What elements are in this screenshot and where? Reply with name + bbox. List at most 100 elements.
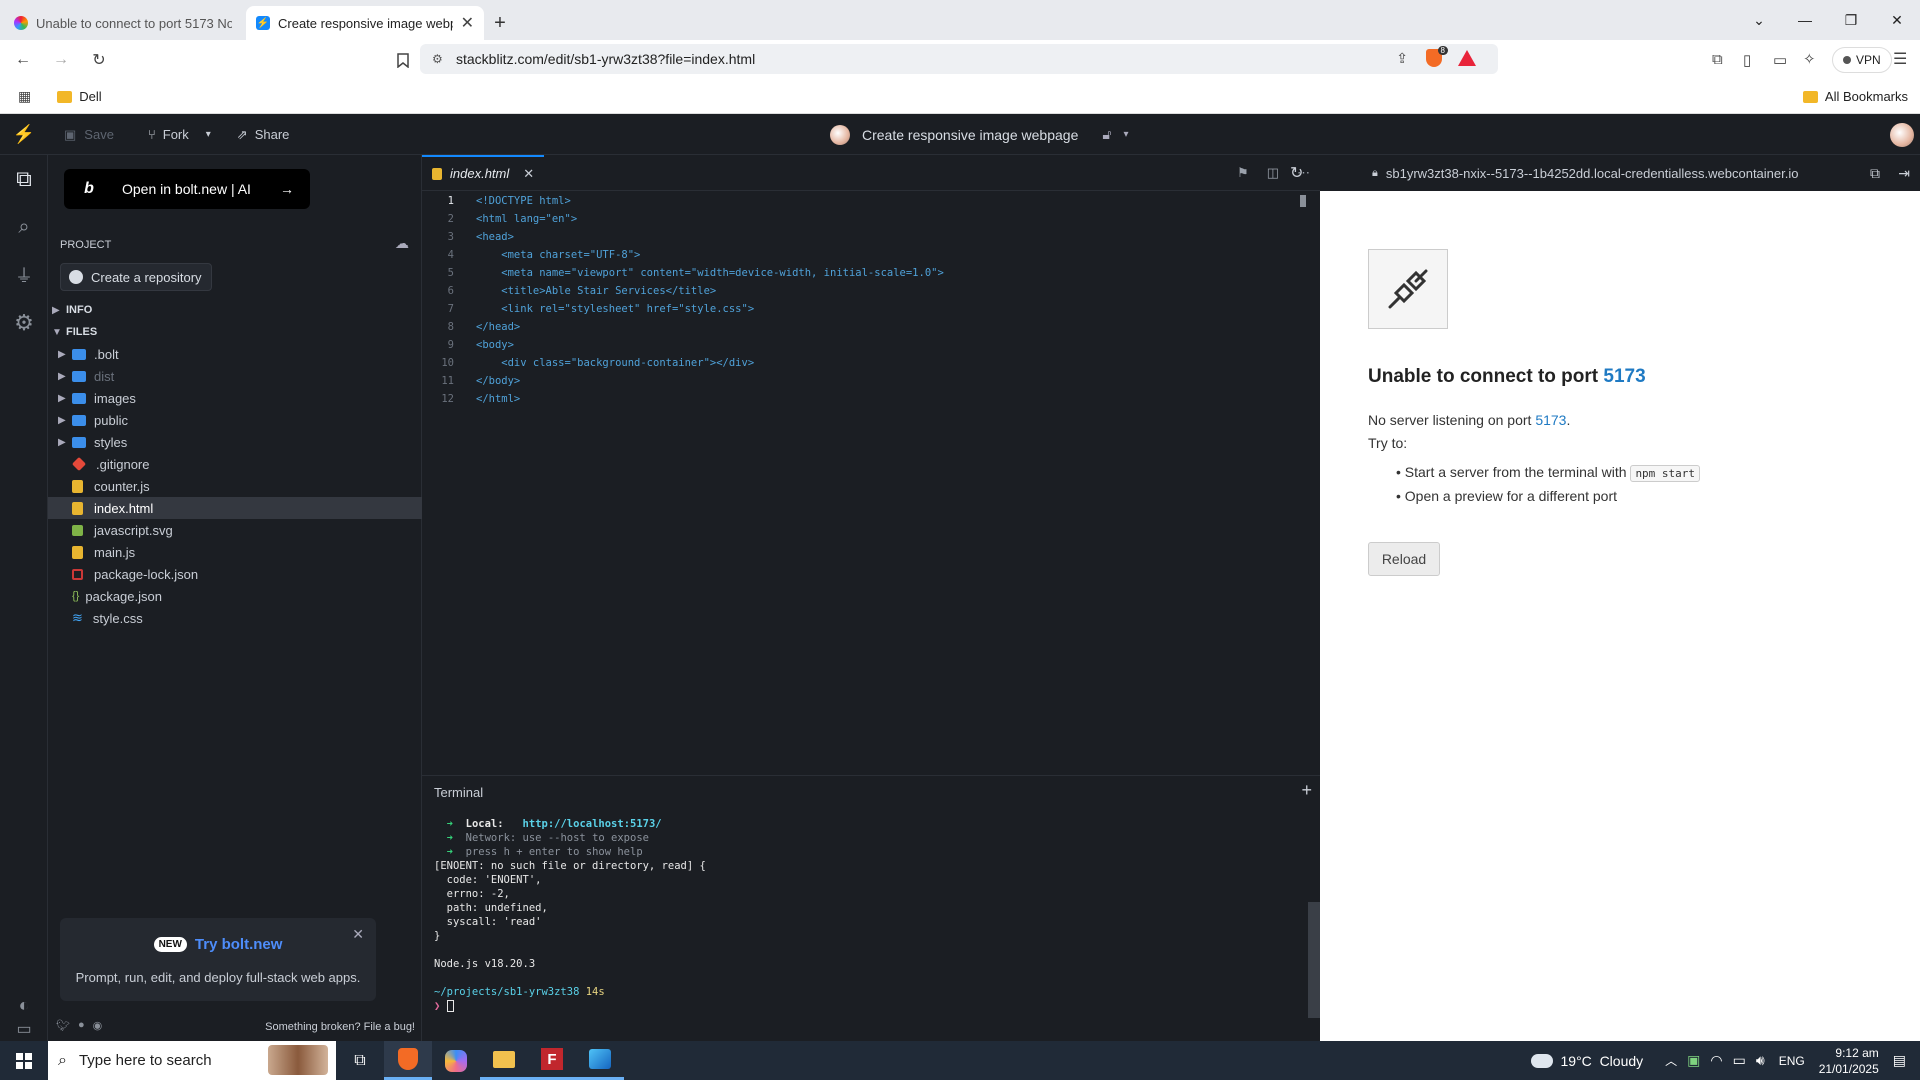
minimize-button[interactable]: — bbox=[1782, 0, 1828, 40]
prompt-input-line[interactable]: ❯ bbox=[434, 1000, 1294, 1014]
code-area[interactable]: 1 <!DOCTYPE html> 2 <html lang="en"> 3 <hea… bbox=[422, 195, 1320, 775]
close-window-button[interactable]: ✕ bbox=[1874, 0, 1920, 40]
reload-button[interactable]: Reload bbox=[1368, 542, 1440, 576]
share-button[interactable]: ⇗ Share bbox=[237, 127, 290, 143]
back-button[interactable]: ← bbox=[8, 45, 38, 75]
forward-button[interactable]: → bbox=[46, 45, 76, 75]
tree-file-gitignore[interactable]: .gitignore bbox=[48, 453, 422, 475]
editor-scrollbar[interactable] bbox=[1300, 195, 1306, 207]
discord-icon[interactable]: ◉ bbox=[93, 1019, 103, 1032]
editor-tab-index-html[interactable]: index.html ✕ bbox=[422, 154, 545, 191]
task-view-icon[interactable]: ⧉ bbox=[336, 1052, 384, 1070]
volume-icon[interactable]: 🔊︎ bbox=[1756, 1052, 1765, 1069]
filezilla-taskbar-icon[interactable]: F bbox=[528, 1041, 576, 1080]
chevron-down-icon[interactable]: ▾ bbox=[206, 129, 211, 140]
tree-file-javascript-svg[interactable]: javascript.svg bbox=[48, 519, 422, 541]
tree-folder-public[interactable]: ▶ public bbox=[48, 409, 422, 431]
tree-folder-bolt[interactable]: ▶ .bolt bbox=[48, 343, 422, 365]
local-url[interactable]: http://localhost:5173/ bbox=[523, 818, 662, 830]
weather-cloud-icon[interactable] bbox=[1530, 1053, 1553, 1068]
maximize-button[interactable]: ❐ bbox=[1828, 0, 1874, 40]
tree-file-main-js[interactable]: main.js bbox=[48, 541, 422, 563]
tab-search-icon[interactable]: ⌄ bbox=[1736, 0, 1782, 40]
refresh-preview-icon[interactable]: ↻ bbox=[1290, 163, 1303, 183]
rainbow-favicon-icon bbox=[14, 16, 28, 30]
files-section-toggle[interactable]: ▼ FILES bbox=[48, 321, 422, 343]
notifications-icon[interactable]: ▤ bbox=[1893, 1052, 1906, 1069]
bookmark-icon[interactable] bbox=[388, 45, 418, 75]
user-avatar[interactable] bbox=[1890, 122, 1914, 147]
brave-taskbar-icon[interactable] bbox=[384, 1041, 432, 1080]
bookmark-folder-dell[interactable]: Dell bbox=[57, 89, 102, 104]
tree-folder-images[interactable]: ▶ images bbox=[48, 387, 422, 409]
taskbar-search-box[interactable]: ⌕ Type here to search bbox=[48, 1041, 336, 1080]
tree-file-index-html[interactable]: index.html bbox=[48, 497, 422, 519]
url-field[interactable]: ⚙ stackblitz.com/edit/sb1-yrw3zt38?file=… bbox=[420, 44, 1498, 74]
file-name: public bbox=[94, 412, 128, 428]
sidebar-toggle-icon[interactable]: ▯ bbox=[1743, 51, 1751, 69]
github-icon[interactable]: ● bbox=[78, 1019, 85, 1032]
fork-button[interactable]: ⑂ Fork ▾ bbox=[148, 127, 211, 142]
tree-file-package-json[interactable]: {} package.json bbox=[48, 585, 422, 607]
save-button[interactable]: ▣ Save bbox=[64, 127, 114, 143]
network-icon[interactable]: ◠ bbox=[1710, 1052, 1722, 1069]
site-settings-icon[interactable]: ⚙ bbox=[432, 52, 443, 66]
info-section-toggle[interactable]: ▶ INFO bbox=[48, 299, 422, 321]
vpn-button[interactable]: VPN bbox=[1832, 47, 1892, 73]
file-name: index.html bbox=[94, 500, 154, 516]
clock[interactable]: 9:12 am 21/01/2025 bbox=[1819, 1045, 1879, 1077]
project-title: Create responsive image webpage bbox=[862, 126, 1079, 143]
file-a-bug-link[interactable]: Something broken? File a bug! bbox=[265, 1021, 415, 1033]
plug-icon[interactable]: ⏚ bbox=[0, 251, 48, 299]
wallet-icon[interactable]: ▭ bbox=[1773, 51, 1787, 69]
show-hidden-icons[interactable]: ︿ bbox=[1665, 1052, 1677, 1069]
panel-toggle-icon[interactable]: ▭ bbox=[0, 1017, 48, 1041]
apps-grid-icon[interactable]: ▦ bbox=[18, 88, 31, 105]
browser-tab-1[interactable]: Unable to connect to port 5173 No bbox=[4, 6, 242, 40]
twitter-icon[interactable]: 🐦︎ bbox=[56, 1019, 70, 1032]
settings-gear-icon[interactable]: ⚙ bbox=[0, 299, 48, 347]
language-indicator[interactable]: ENG bbox=[1779, 1054, 1805, 1068]
menu-icon[interactable]: ☰ bbox=[1893, 49, 1907, 69]
close-preview-icon[interactable]: ⇥ bbox=[1898, 165, 1910, 182]
browser-tab-2[interactable]: ⚡ Create responsive image webp ✕ bbox=[246, 6, 484, 40]
cloud-download-icon[interactable]: ☁ bbox=[395, 235, 409, 252]
windows-start-icon[interactable] bbox=[0, 1041, 48, 1080]
tree-file-style-css[interactable]: ≋ style.css bbox=[48, 607, 422, 629]
tree-folder-styles[interactable]: ▶ styles bbox=[48, 431, 422, 453]
stackblitz-header: ⚡ ▣ Save ⑂ Fork ▾ ⇗ Share Create respons… bbox=[0, 115, 1920, 155]
open-in-bolt-button[interactable]: b Open in bolt.new | AI → bbox=[64, 169, 310, 209]
file-explorer-taskbar-icon[interactable] bbox=[480, 1041, 528, 1080]
preview-url[interactable]: sb1yrw3zt38-nxix--5173--1b4252dd.local-c… bbox=[1386, 166, 1799, 181]
terminal-scrollbar[interactable] bbox=[1308, 902, 1320, 1018]
tree-file-counter-js[interactable]: counter.js bbox=[48, 475, 422, 497]
all-bookmarks-button[interactable]: All Bookmarks bbox=[1802, 89, 1908, 104]
chevron-down-icon[interactable]: ▾ bbox=[1123, 129, 1128, 140]
copilot-taskbar-icon[interactable] bbox=[432, 1049, 480, 1072]
new-tab-button[interactable]: + bbox=[484, 6, 516, 40]
add-terminal-icon[interactable]: + bbox=[1301, 780, 1312, 801]
lock-icon[interactable]: 🔓︎ bbox=[1102, 126, 1111, 143]
weather-text[interactable]: 19°C Cloudy bbox=[1561, 1053, 1644, 1069]
share-icon[interactable]: ⇪ bbox=[1396, 50, 1408, 67]
folder-icon bbox=[72, 436, 86, 448]
explorer-icon[interactable]: ⧉ bbox=[0, 155, 48, 203]
tray-app-icon[interactable]: ▣ bbox=[1687, 1052, 1700, 1069]
create-repository-button[interactable]: Create a repository bbox=[60, 263, 212, 291]
project-title-area[interactable]: Create responsive image webpage 🔓︎ ▾ bbox=[830, 124, 1128, 145]
leo-ai-icon[interactable]: ✧ bbox=[1803, 50, 1816, 68]
try-bolt-link[interactable]: Try bolt.new bbox=[195, 936, 283, 953]
stackblitz-logo-icon[interactable]: ⚡ bbox=[0, 124, 48, 145]
terminal-output[interactable]: ➜ Local: http://localhost:5173/ ➜ Networ… bbox=[434, 818, 1294, 1014]
close-tab-icon[interactable]: ✕ bbox=[523, 166, 534, 182]
extensions-icon[interactable]: ⧉ bbox=[1712, 51, 1723, 68]
battery-icon[interactable]: ▭ bbox=[1733, 1052, 1746, 1069]
brave-rewards-icon[interactable] bbox=[1458, 50, 1476, 66]
photos-taskbar-icon[interactable] bbox=[576, 1041, 624, 1080]
tree-folder-dist[interactable]: ▶ dist bbox=[48, 365, 422, 387]
reload-button[interactable]: ↻ bbox=[84, 45, 114, 75]
search-icon[interactable]: ⌕ bbox=[0, 203, 48, 251]
close-tab-icon[interactable]: ✕ bbox=[461, 13, 474, 33]
tree-file-package-lock-json[interactable]: package-lock.json bbox=[48, 563, 422, 585]
open-in-new-window-icon[interactable]: ⧉ bbox=[1870, 165, 1880, 182]
